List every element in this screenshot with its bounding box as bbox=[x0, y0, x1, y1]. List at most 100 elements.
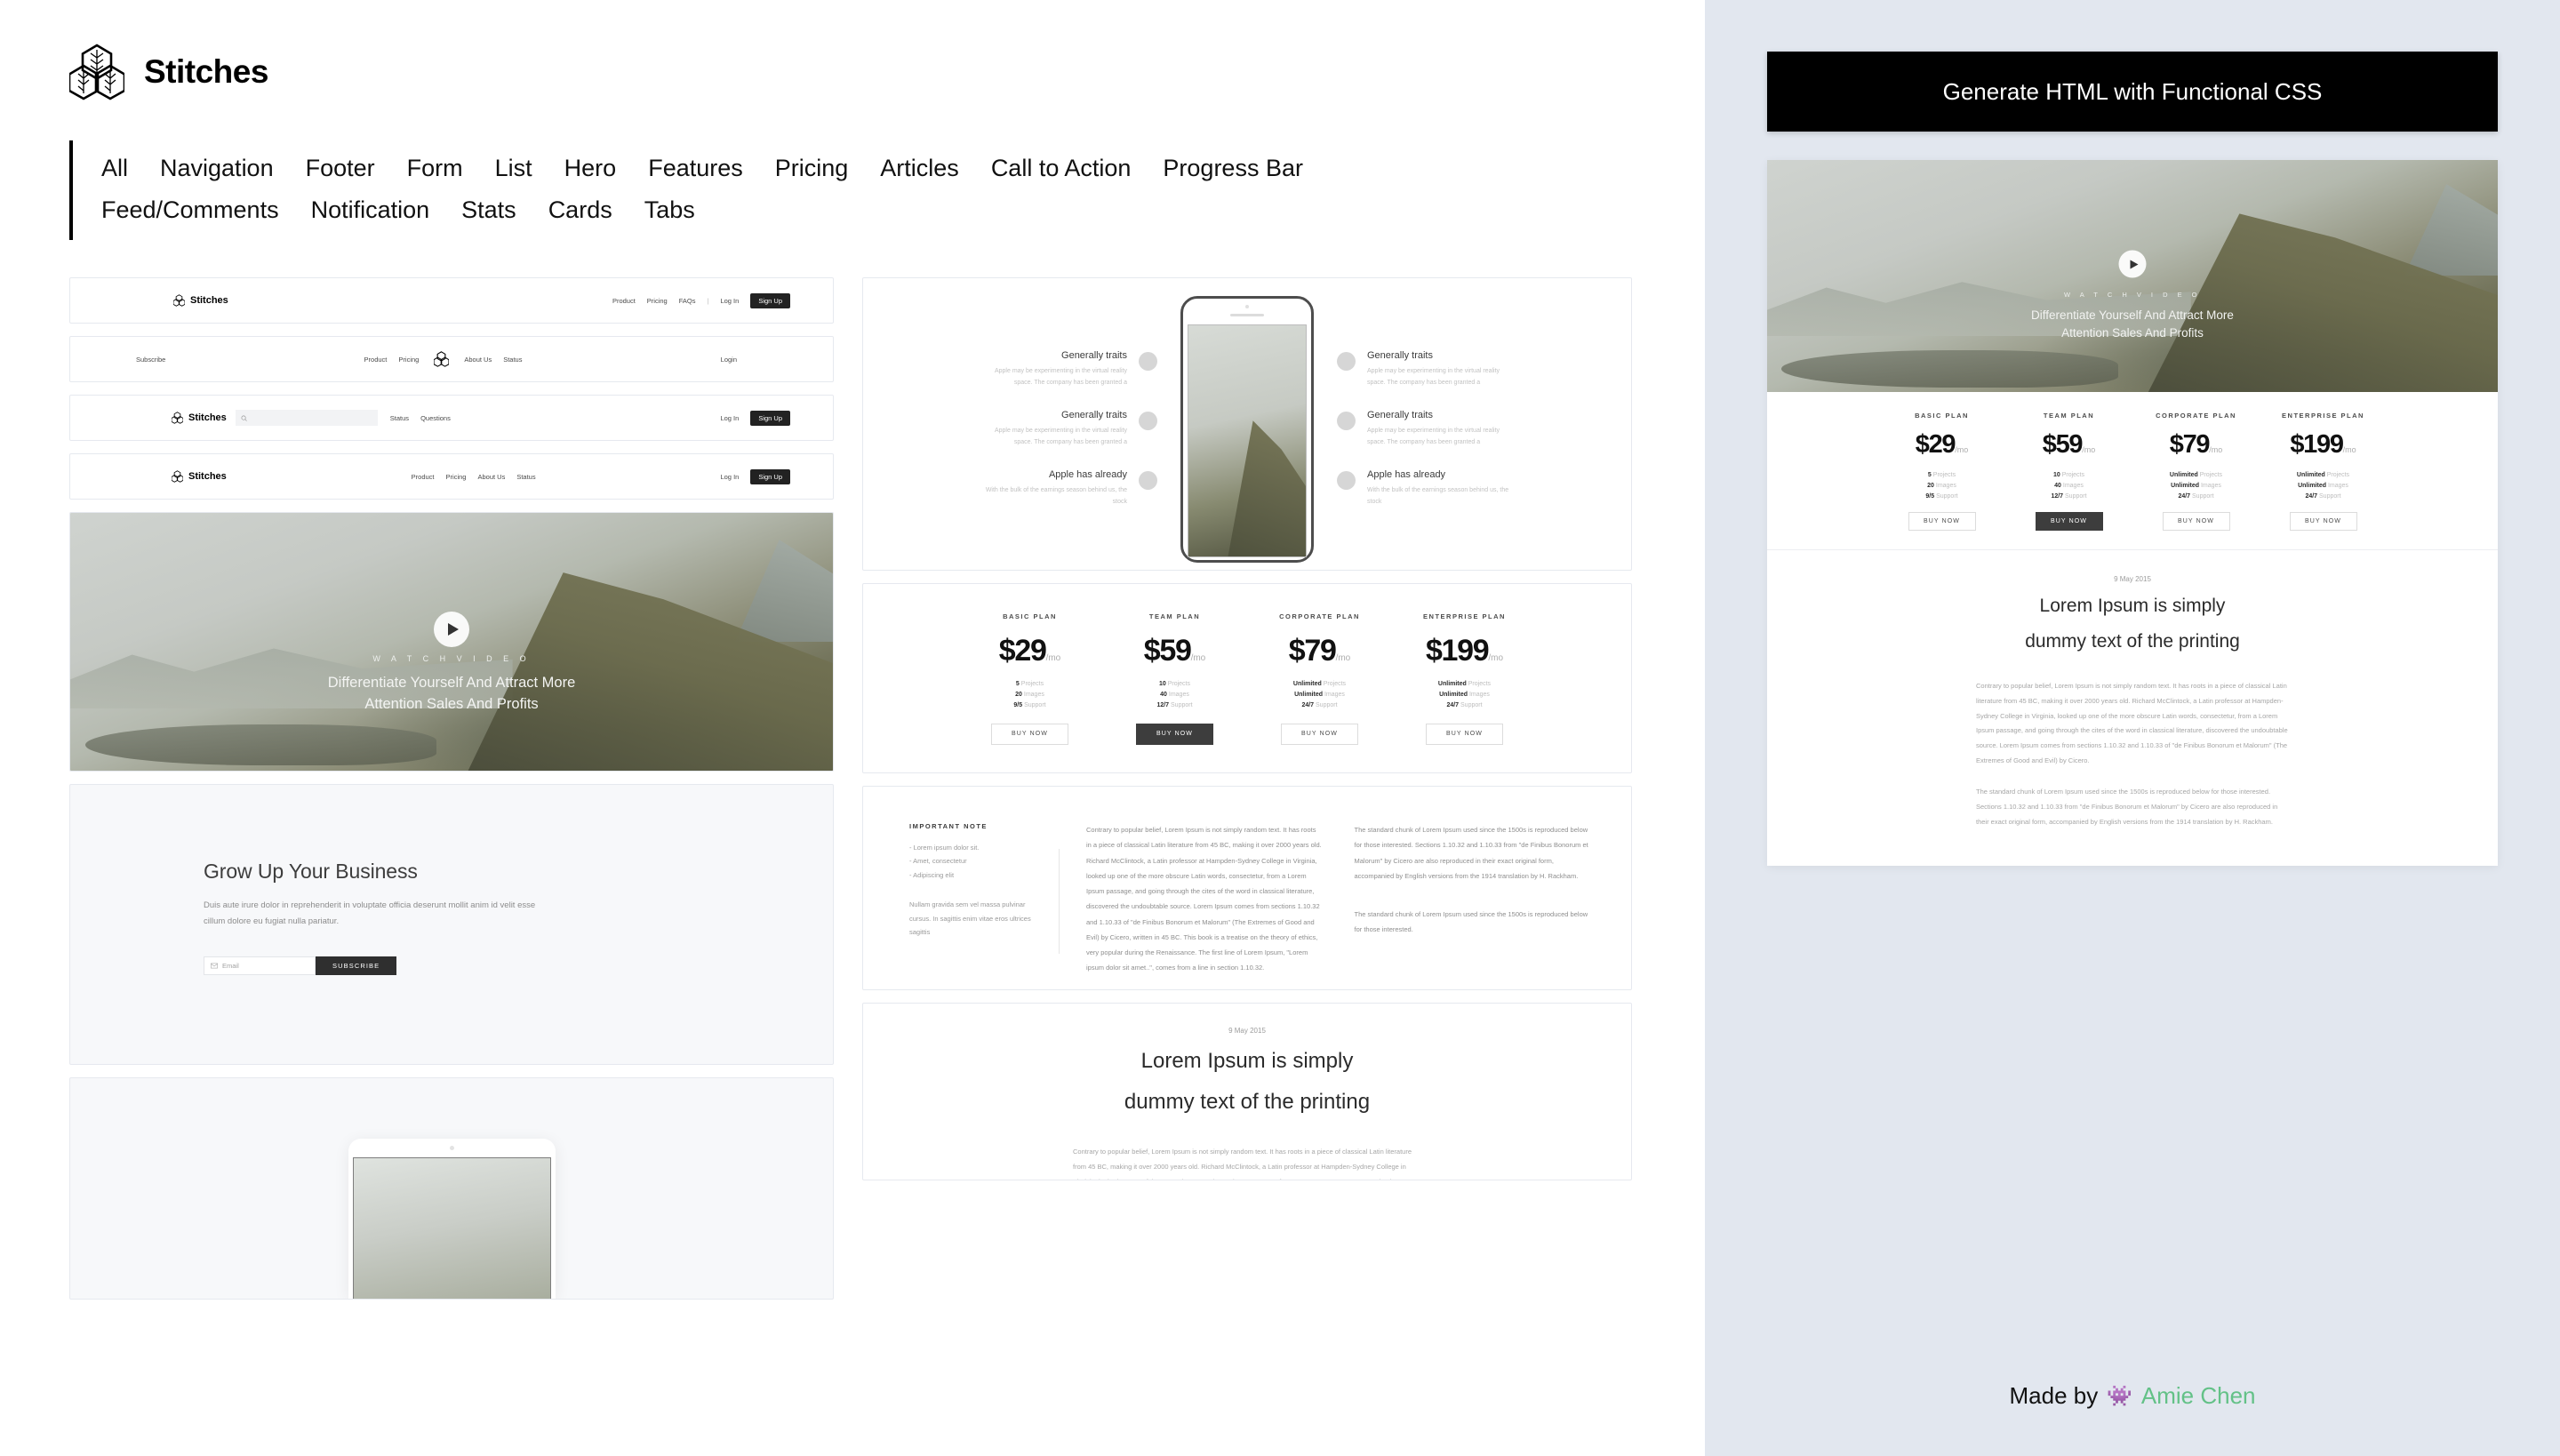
nav4-link-status[interactable]: Status bbox=[516, 473, 535, 481]
preview-play-button[interactable] bbox=[2118, 250, 2147, 278]
nav3-link-status[interactable]: Status bbox=[390, 414, 409, 422]
preview-hero-text: W A T C H V I D E O Differentiate Yourse… bbox=[1767, 291, 2498, 343]
tablet-mockup-card[interactable] bbox=[69, 1077, 834, 1300]
filter-notification[interactable]: Notification bbox=[311, 196, 430, 224]
feature-avatar bbox=[1139, 470, 1157, 490]
feature-title: Apple has already bbox=[1048, 468, 1127, 480]
filter-cards[interactable]: Cards bbox=[548, 196, 612, 224]
plan-feature-label: Projects bbox=[1932, 471, 1956, 478]
plan-feature-value: Unlimited bbox=[2296, 471, 2325, 478]
filter-progress-bar[interactable]: Progress Bar bbox=[1163, 155, 1303, 182]
cta-heading: Grow Up Your Business bbox=[204, 860, 418, 883]
filter-footer[interactable]: Footer bbox=[306, 155, 375, 182]
navbar-card-2[interactable]: Subscribe Product Pricing About Us Statu… bbox=[69, 336, 834, 382]
plan-name: CORPORATE PLAN bbox=[2156, 411, 2236, 420]
buy-now-button[interactable]: BUY NOW bbox=[1281, 723, 1358, 745]
pricing-card[interactable]: BASIC PLAN $29/mo 5 Projects 20 Images 9… bbox=[862, 583, 1632, 773]
nav4-link-product[interactable]: Product bbox=[412, 473, 435, 481]
nav2-link-about[interactable]: About Us bbox=[464, 356, 492, 364]
nav3-search-input[interactable] bbox=[235, 410, 378, 426]
buy-now-button[interactable]: BUY NOW bbox=[991, 723, 1068, 745]
filter-navigation[interactable]: Navigation bbox=[160, 155, 274, 182]
pricing-plan: CORPORATE PLAN $79/mo Unlimited Projects… bbox=[1247, 612, 1392, 745]
nav3-logo[interactable]: Stitches bbox=[172, 412, 227, 424]
nav2-link-status[interactable]: Status bbox=[503, 356, 522, 364]
filter-articles[interactable]: Articles bbox=[880, 155, 959, 182]
navbar-card-1[interactable]: Stitches Product Pricing FAQs | Log In S… bbox=[69, 277, 834, 324]
features-phone-card[interactable]: Generally traits Apple may be experiment… bbox=[862, 277, 1632, 571]
nav1-link-product[interactable]: Product bbox=[612, 297, 636, 305]
nav1-link-faqs[interactable]: FAQs bbox=[679, 297, 696, 305]
filter-stats[interactable]: Stats bbox=[461, 196, 516, 224]
filter-feed-comments[interactable]: Feed/Comments bbox=[101, 196, 279, 224]
nav2-link-product[interactable]: Product bbox=[364, 356, 388, 364]
preview-post-section[interactable]: 9 May 2015 Lorem Ipsum is simply dummy t… bbox=[1767, 550, 2498, 866]
tablet-device bbox=[348, 1139, 556, 1299]
made-by-author-link[interactable]: Amie Chen bbox=[2141, 1382, 2256, 1410]
nav3-login[interactable]: Log In bbox=[720, 414, 739, 422]
nav2-login[interactable]: Login bbox=[721, 356, 737, 364]
generate-html-banner[interactable]: Generate HTML with Functional CSS bbox=[1767, 52, 2498, 132]
nav2-link-pricing[interactable]: Pricing bbox=[398, 356, 419, 364]
filter-tabs[interactable]: Tabs bbox=[644, 196, 695, 224]
plan-feature-label: Images bbox=[1468, 691, 1490, 698]
nav1-signup-button[interactable]: Sign Up bbox=[750, 292, 790, 308]
filter-form[interactable]: Form bbox=[407, 155, 463, 182]
buy-now-button[interactable]: BUY NOW bbox=[2289, 511, 2357, 531]
nav3-link-questions[interactable]: Questions bbox=[420, 414, 451, 422]
plan-feature-label: Images bbox=[2327, 482, 2348, 489]
nav2-subscribe[interactable]: Subscribe bbox=[136, 356, 165, 364]
nav1-logo-text: Stitches bbox=[190, 295, 228, 306]
nav4-link-about[interactable]: About Us bbox=[477, 473, 505, 481]
phone-device bbox=[1180, 296, 1314, 563]
navbar-card-4[interactable]: Stitches Product Pricing About Us Status… bbox=[69, 453, 834, 500]
preview-hero-section[interactable]: W A T C H V I D E O Differentiate Yourse… bbox=[1767, 160, 2498, 392]
buy-now-button[interactable]: BUY NOW bbox=[2162, 511, 2230, 531]
plan-price: $29 bbox=[998, 633, 1047, 668]
nav4-link-pricing[interactable]: Pricing bbox=[446, 473, 467, 481]
nav3-signup-button[interactable]: Sign Up bbox=[750, 410, 790, 426]
buy-now-button[interactable]: BUY NOW bbox=[2035, 511, 2103, 531]
buy-now-button[interactable]: BUY NOW bbox=[1136, 723, 1213, 745]
nav2-center-logo-icon[interactable] bbox=[434, 351, 450, 367]
email-field[interactable]: Email bbox=[204, 956, 316, 976]
nav1-login[interactable]: Log In bbox=[720, 297, 739, 305]
plan-feature-label: Projects bbox=[2199, 471, 2223, 478]
filter-list[interactable]: List bbox=[495, 155, 532, 182]
feature-avatar bbox=[1139, 412, 1157, 431]
subscribe-button[interactable]: SUBSCRIBE bbox=[316, 956, 397, 976]
navbar-card-3[interactable]: Stitches Status Questions Log In Sign Up bbox=[69, 395, 834, 441]
nav4-logo[interactable]: Stitches bbox=[172, 470, 227, 483]
nav4-signup-button[interactable]: Sign Up bbox=[750, 468, 791, 484]
plan-price: $199 bbox=[2290, 429, 2344, 459]
nav1-logo[interactable]: Stitches bbox=[173, 294, 228, 307]
filter-all[interactable]: All bbox=[101, 155, 128, 182]
plan-feature-value: 24/7 bbox=[1446, 701, 1460, 708]
cta-subscribe-card[interactable]: Grow Up Your Business Duis aute irure do… bbox=[69, 784, 834, 1065]
cta-form: Email SUBSCRIBE bbox=[204, 956, 833, 976]
hero-text-block: W A T C H V I D E O Differentiate Yourse… bbox=[70, 654, 833, 716]
plan-feature-label: Images bbox=[2200, 482, 2221, 489]
article-columns-card[interactable]: IMPORTANT NOTE - Lorem ipsum dolor sit. … bbox=[862, 786, 1632, 990]
filter-call-to-action[interactable]: Call to Action bbox=[991, 155, 1132, 182]
buy-now-button[interactable]: BUY NOW bbox=[1426, 723, 1503, 745]
nav1-link-pricing[interactable]: Pricing bbox=[647, 297, 668, 305]
plan-feature-value: 9/5 bbox=[1925, 492, 1935, 500]
brand-header[interactable]: Stitches bbox=[0, 0, 1705, 101]
buy-now-button[interactable]: BUY NOW bbox=[1908, 511, 1976, 531]
filter-pricing[interactable]: Pricing bbox=[775, 155, 849, 182]
filter-features[interactable]: Features bbox=[648, 155, 743, 182]
hero-video-card[interactable]: W A T C H V I D E O Differentiate Yourse… bbox=[69, 512, 834, 772]
note-paragraph: Nullam gravida sem vel massa pulvinar cu… bbox=[909, 900, 1031, 936]
blog-post-card[interactable]: 9 May 2015 Lorem Ipsum is simply dummy t… bbox=[862, 1003, 1632, 1180]
nav2-links: Product Pricing About Us Status bbox=[364, 351, 522, 367]
pricing-plan: ENTERPRISE PLAN $199/mo Unlimited Projec… bbox=[1392, 612, 1537, 745]
plan-feature-value: 20 bbox=[1015, 691, 1022, 698]
preview-hero-kicker: W A T C H V I D E O bbox=[2064, 290, 2201, 299]
filter-hero[interactable]: Hero bbox=[564, 155, 617, 182]
play-button[interactable] bbox=[434, 611, 469, 647]
nav4-login[interactable]: Log In bbox=[720, 473, 739, 481]
feature-item: Apple has already With the bulk of the e… bbox=[975, 469, 1157, 508]
preview-pricing-section[interactable]: BASIC PLAN $29/mo 5 Projects 20 Images 9… bbox=[1767, 392, 2498, 550]
play-icon bbox=[448, 622, 459, 636]
